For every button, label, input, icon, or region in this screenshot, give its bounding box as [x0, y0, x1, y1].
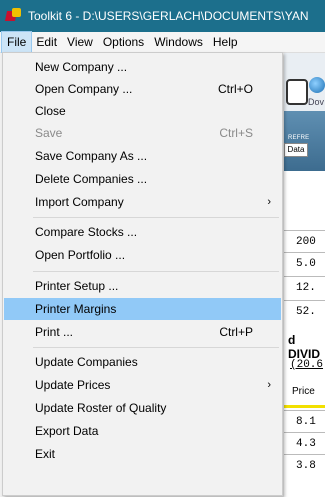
menu-item-label: Compare Stocks ... [35, 225, 138, 239]
menu-file[interactable]: File [0, 31, 33, 53]
background-toolbar: Dov [284, 53, 325, 111]
chevron-right-icon: › [267, 379, 271, 391]
menu-item-shortcut: Ctrl+P [219, 325, 253, 339]
menu-item-label: Printer Margins [35, 302, 117, 316]
menu-item-save-company-as[interactable]: Save Company As ... [4, 145, 281, 167]
table-cell: 200 [284, 230, 325, 252]
menu-separator [33, 347, 279, 348]
menu-windows[interactable]: Windows [149, 32, 208, 52]
divider [284, 405, 325, 408]
menu-help[interactable]: Help [208, 32, 243, 52]
chevron-right-icon: › [267, 196, 271, 208]
window-title: Toolkit 6 - D:\USERS\GERLACH\DOCUMENTS\Y… [28, 9, 309, 23]
file-menu-dropdown: New Company ... Open Company ... Ctrl+O … [2, 52, 283, 496]
menu-item-new-company[interactable]: New Company ... [4, 56, 281, 78]
menu-item-label: Printer Setup ... [35, 279, 119, 293]
menu-item-label: Open Portfolio ... [35, 248, 126, 262]
app-icon [4, 8, 22, 24]
menu-item-print[interactable]: Print ... Ctrl+P [4, 321, 281, 343]
menu-item-label: Close [35, 104, 66, 118]
menu-item-label: Exit [35, 447, 56, 461]
menu-item-update-roster[interactable]: Update Roster of Quality [4, 397, 281, 419]
menu-separator [33, 217, 279, 218]
background-app-content: Dov REFRE Data 200 5.0 12. 52. d DIVID (… [284, 53, 325, 497]
menu-view[interactable]: View [62, 32, 98, 52]
menu-item-open-company[interactable]: Open Company ... Ctrl+O [4, 78, 281, 100]
menu-item-delete-companies[interactable]: Delete Companies ... [4, 168, 281, 190]
toolbar-label: Dov [308, 97, 325, 107]
price-cell: 3.8 [284, 454, 325, 476]
menu-item-label: Import Company [35, 195, 124, 209]
menu-item-shortcut: Ctrl+S [219, 126, 253, 140]
menu-item-printer-setup[interactable]: Printer Setup ... [4, 275, 281, 297]
menu-item-exit[interactable]: Exit [4, 443, 281, 465]
menu-item-compare-stocks[interactable]: Compare Stocks ... [4, 221, 281, 243]
menu-item-shortcut: Ctrl+O [217, 82, 253, 96]
menu-options[interactable]: Options [98, 32, 149, 52]
menu-item-import-company[interactable]: Import Company › [4, 191, 281, 213]
menu-item-update-companies[interactable]: Update Companies [4, 351, 281, 373]
background-ribbon [284, 111, 325, 171]
section-value: (20.6 [290, 359, 324, 371]
menu-item-save: Save Ctrl+S [4, 122, 281, 144]
menu-item-export-data[interactable]: Export Data [4, 420, 281, 442]
menu-item-label: Print ... [35, 325, 74, 339]
menu-item-label: Open Company ... [35, 82, 133, 96]
data-tab[interactable]: Data [284, 143, 308, 157]
menu-item-label: Export Data [35, 424, 99, 438]
menu-item-label: Save [35, 126, 63, 140]
menu-item-open-portfolio[interactable]: Open Portfolio ... [4, 244, 281, 266]
price-header: Price [292, 386, 315, 397]
menu-item-update-prices[interactable]: Update Prices › [4, 374, 281, 396]
menu-item-printer-margins[interactable]: Printer Margins [4, 298, 281, 320]
title-bar: Toolkit 6 - D:\USERS\GERLACH\DOCUMENTS\Y… [0, 0, 325, 32]
toolbar-button[interactable] [286, 79, 308, 105]
menu-separator [33, 271, 279, 272]
menu-item-label: Update Roster of Quality [35, 401, 167, 415]
menu-bar: File Edit View Options Windows Help [0, 31, 325, 53]
table-cell: 5.0 [284, 252, 325, 274]
table-cell: 12. [284, 276, 325, 298]
menu-edit[interactable]: Edit [31, 32, 62, 52]
menu-item-label: Update Companies [35, 355, 138, 369]
globe-icon[interactable] [309, 77, 325, 93]
refresh-label: REFRE [288, 135, 310, 141]
menu-item-label: Delete Companies ... [35, 172, 148, 186]
menu-item-label: New Company ... [35, 60, 128, 74]
price-cell: 8.1 [284, 410, 325, 432]
section-label: d DIVID [288, 333, 321, 361]
table-cell: 52. [284, 300, 325, 322]
menu-item-label: Save Company As ... [35, 149, 148, 163]
menu-item-label: Update Prices [35, 378, 111, 392]
menu-item-close[interactable]: Close [4, 100, 281, 122]
price-cell: 4.3 [284, 432, 325, 454]
